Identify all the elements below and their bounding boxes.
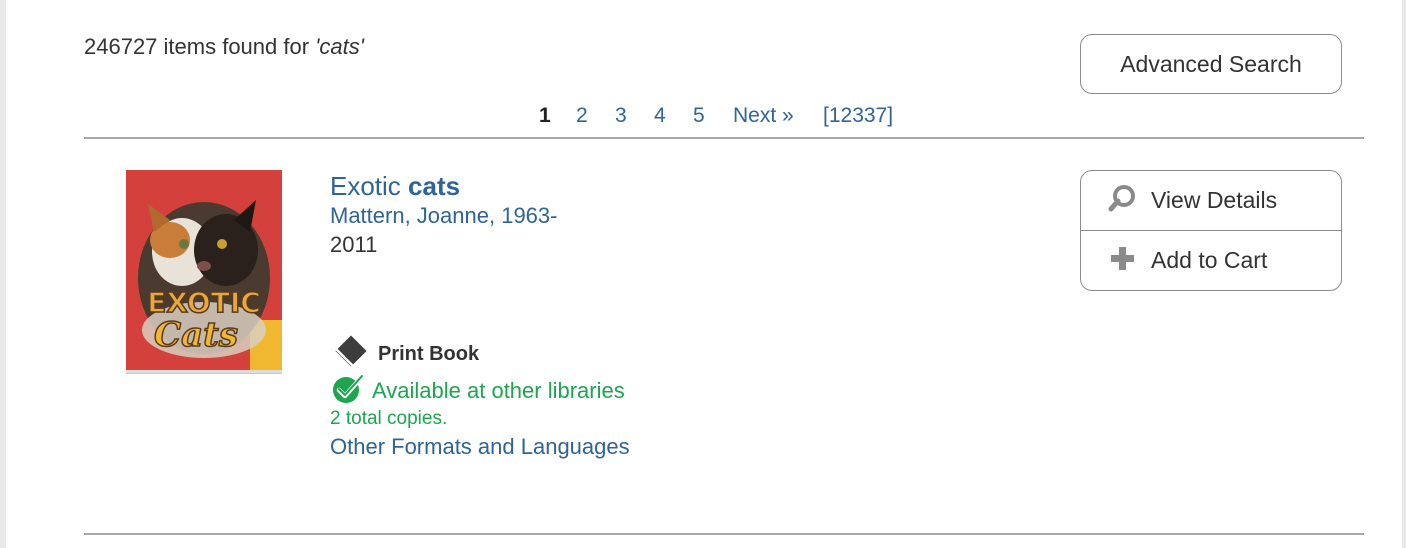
next-page-link[interactable]: Next »	[733, 104, 794, 128]
total-copies: 2 total copies.	[330, 408, 448, 429]
last-page-link[interactable]: [12337]	[823, 104, 893, 128]
book-cover-image[interactable]: EXOTIC Cats	[126, 170, 282, 370]
results-count: 246727 items found for 'cats'	[84, 34, 364, 60]
page-link-4[interactable]: 4	[654, 104, 666, 128]
item-title-link[interactable]: Exotic cats	[330, 171, 460, 202]
availability-text: Available at other libraries	[372, 378, 625, 403]
item-year: 2011	[330, 232, 378, 257]
format-label: Print Book	[378, 342, 480, 365]
item-format: Print Book	[330, 334, 480, 375]
plus-icon	[1107, 244, 1137, 277]
view-details-button[interactable]: View Details	[1081, 171, 1341, 230]
pagination: 1 2 3 4 5 Next » [12337]	[0, 104, 1406, 134]
view-details-label: View Details	[1151, 187, 1278, 213]
add-to-cart-button[interactable]: Add to Cart	[1081, 230, 1341, 289]
other-formats-link[interactable]: Other Formats and Languages	[330, 434, 630, 460]
search-query: 'cats'	[315, 34, 364, 59]
cover-art: EXOTIC Cats	[126, 170, 282, 370]
page-link-2[interactable]: 2	[576, 104, 588, 128]
advanced-search-button[interactable]: Advanced Search	[1080, 34, 1342, 94]
page-right-border	[1402, 0, 1406, 548]
page-left-border	[0, 0, 6, 548]
divider-bottom	[84, 533, 1364, 535]
page-link-5[interactable]: 5	[693, 104, 705, 128]
item-title-match: cats	[408, 171, 461, 201]
view-details-icon	[1107, 184, 1137, 217]
item-author-link[interactable]: Mattern, Joanne, 1963-	[330, 203, 557, 229]
check-circle-icon	[330, 373, 366, 410]
availability-status: Available at other libraries	[330, 373, 625, 410]
results-found-text: items found for	[157, 34, 316, 59]
page-current: 1	[539, 104, 551, 127]
page-link-3[interactable]: 3	[615, 104, 627, 128]
divider-top	[84, 137, 1364, 139]
cover-title-line2: Cats	[154, 315, 238, 355]
results-count-number: 246727	[84, 34, 158, 59]
item-title-text: Exotic	[330, 171, 409, 201]
add-to-cart-label: Add to Cart	[1151, 246, 1268, 273]
print-book-icon	[330, 334, 372, 375]
item-actions: View Details Add to Cart	[1080, 170, 1342, 291]
